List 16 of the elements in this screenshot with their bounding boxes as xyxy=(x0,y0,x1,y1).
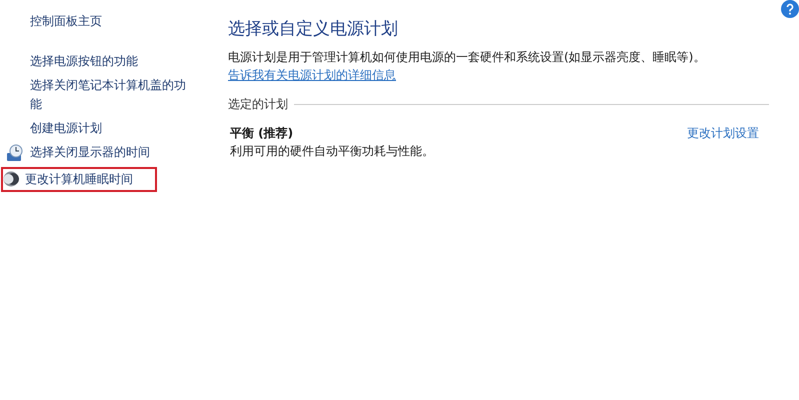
details-link[interactable]: 告诉我有关电源计划的详细信息 xyxy=(228,68,396,82)
sidebar-link[interactable]: 选择关闭笔记本计算机盖的功能 xyxy=(30,76,196,114)
section-label: 选定的计划 xyxy=(228,96,288,113)
sidebar-link[interactable]: 创建电源计划 xyxy=(30,119,102,138)
sidebar-link[interactable]: 选择关闭显示器的时间 xyxy=(30,143,150,162)
sidebar-link[interactable]: 控制面板主页 xyxy=(30,12,102,31)
plan-description: 利用可用的硬件自动平衡功耗与性能。 xyxy=(230,143,434,160)
plan-name: 平衡 (推荐) xyxy=(230,125,294,142)
sidebar-link[interactable]: 更改计算机睡眠时间 xyxy=(25,170,133,189)
page-title: 选择或自定义电源计划 xyxy=(228,18,399,40)
clock-monitor-icon xyxy=(6,144,24,162)
help-icon[interactable] xyxy=(781,0,799,18)
change-plan-settings-link[interactable]: 更改计划设置 xyxy=(687,124,759,160)
sidebar-link[interactable]: 选择电源按钮的功能 xyxy=(30,52,138,71)
moon-icon xyxy=(3,171,19,187)
description-text: 电源计划是用于管理计算机如何使用电源的一套硬件和系统设置(如显示器亮度、睡眠等)。 告诉我有关电源计划的详细信息 xyxy=(228,49,706,84)
